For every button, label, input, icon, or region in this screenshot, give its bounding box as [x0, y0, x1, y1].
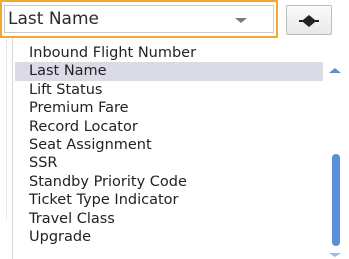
list-item[interactable]: Premium Fare — [15, 99, 323, 117]
sort-icon — [299, 15, 319, 27]
list-item[interactable]: Seat Assignment — [15, 136, 323, 154]
scroll-down-icon[interactable] — [329, 253, 341, 257]
list-item[interactable]: Upgrade — [15, 228, 323, 246]
list-item[interactable]: Standby Priority Code — [15, 173, 323, 191]
list-item[interactable]: Record Locator — [15, 118, 323, 136]
list-item[interactable]: Lift Status — [15, 81, 323, 99]
list-item[interactable]: SSR — [15, 154, 323, 172]
scrollbar-thumb[interactable] — [332, 154, 340, 246]
scroll-up-icon[interactable] — [329, 68, 341, 73]
list-item[interactable]: Inbound Flight Number — [15, 44, 323, 62]
divider — [6, 40, 9, 220]
select-field[interactable]: Last Name — [4, 5, 274, 33]
list-item[interactable]: Ticket Type Indicator — [15, 191, 323, 209]
sort-field-picker: Last Name Inbound Flight Number Last Nam… — [0, 0, 349, 259]
dropdown-list[interactable]: Inbound Flight Number Last Name Lift Sta… — [12, 38, 349, 259]
select-value: Last Name — [8, 9, 99, 29]
sort-field-select[interactable]: Last Name — [0, 0, 278, 38]
list-item[interactable]: Travel Class — [15, 210, 323, 228]
list-item-selected[interactable]: Last Name — [15, 62, 323, 81]
dropdown-options: Inbound Flight Number Last Name Lift Sta… — [13, 44, 323, 246]
sort-order-button[interactable] — [286, 5, 332, 35]
chevron-down-icon[interactable] — [235, 18, 247, 23]
